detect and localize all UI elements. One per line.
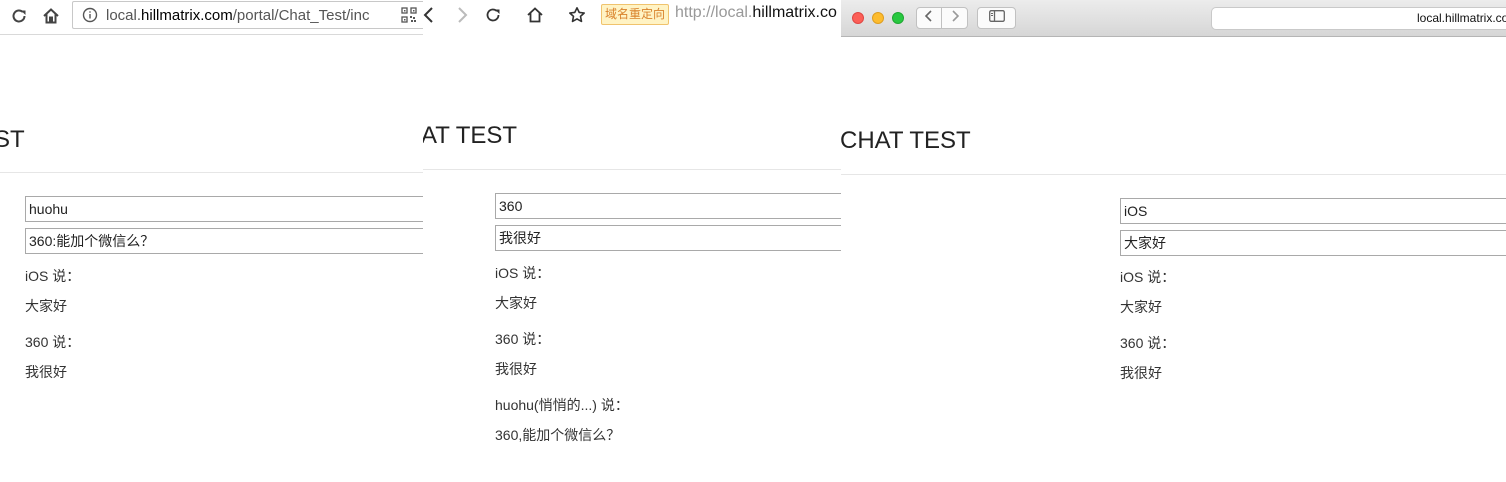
address-bar[interactable]: local.hillmatrix.com/portal/Chat_Test/in… [72, 1, 423, 29]
message-input[interactable]: 360:能加个微信么？ [25, 228, 423, 254]
safari-titlebar: local.hillmatrix.co [841, 0, 1506, 37]
message-text: 360,能加个微信么？ [495, 427, 621, 443]
url-text: local.hillmatrix.com/portal/Chat_Test/in… [106, 6, 370, 24]
page-title: AT TEST [423, 122, 518, 149]
message-input[interactable]: 大家好 [1120, 230, 1506, 256]
message-speaker: iOS 说： [1120, 269, 1176, 285]
zoom-window-button[interactable] [892, 12, 904, 24]
home-icon[interactable] [39, 4, 63, 28]
close-window-button[interactable] [852, 12, 864, 24]
title-divider [423, 169, 841, 170]
message-input[interactable]: 我很好 [495, 225, 841, 251]
qr-code-icon[interactable] [397, 3, 421, 27]
message-text: 我很好 [495, 361, 537, 377]
info-icon[interactable] [82, 7, 98, 23]
sidebar-button[interactable] [977, 7, 1016, 29]
chrome-toolbar: local.hillmatrix.com/portal/Chat_Test/in… [0, 0, 423, 34]
message-text: 大家好 [1120, 299, 1162, 315]
forward-button[interactable] [941, 7, 968, 29]
title-divider [0, 172, 423, 173]
toolbar-divider [0, 34, 423, 35]
safari-window: local.hillmatrix.co CHAT TEST iOS 大家好 iO… [841, 0, 1506, 482]
back-icon [924, 9, 934, 27]
message-text: 我很好 [25, 364, 67, 380]
name-input[interactable]: 360 [495, 193, 841, 219]
name-input[interactable]: iOS [1120, 198, 1506, 224]
redirect-badge[interactable]: 域名重定向 [601, 4, 670, 25]
reload-icon[interactable] [7, 4, 31, 28]
chrome-window: local.hillmatrix.com/portal/Chat_Test/in… [0, 0, 423, 482]
message-speaker: 360 说： [1120, 335, 1176, 351]
minimize-window-button[interactable] [872, 12, 884, 24]
message-speaker: iOS 说： [25, 268, 81, 284]
message-text: 我很好 [1120, 365, 1162, 381]
message-text: 大家好 [495, 295, 537, 311]
address-bar[interactable]: local.hillmatrix.co [1211, 7, 1506, 30]
message-speaker: 360 说： [25, 334, 81, 350]
360-toolbar: 域名重定向 http://local.hillmatrix.co [423, 0, 841, 30]
back-button[interactable] [916, 7, 942, 29]
address-bar[interactable]: http://local.hillmatrix.co [675, 4, 837, 22]
360-browser-window: 域名重定向 http://local.hillmatrix.co AT TEST… [423, 0, 841, 482]
page-title: ST [0, 126, 25, 153]
forward-icon[interactable] [450, 3, 474, 27]
back-icon[interactable] [423, 3, 441, 27]
name-input[interactable]: huohu [25, 196, 423, 222]
message-speaker: iOS 说： [495, 265, 551, 281]
message-speaker: huohu(悄悄的...) 说： [495, 397, 629, 413]
star-icon[interactable] [565, 3, 589, 27]
message-speaker: 360 说： [495, 331, 551, 347]
forward-icon [950, 9, 960, 27]
sidebar-icon [988, 9, 1005, 27]
title-divider [841, 174, 1506, 175]
home-icon[interactable] [523, 3, 547, 27]
message-text: 大家好 [25, 298, 67, 314]
page-title: CHAT TEST [841, 127, 971, 154]
reload-icon[interactable] [481, 3, 505, 27]
